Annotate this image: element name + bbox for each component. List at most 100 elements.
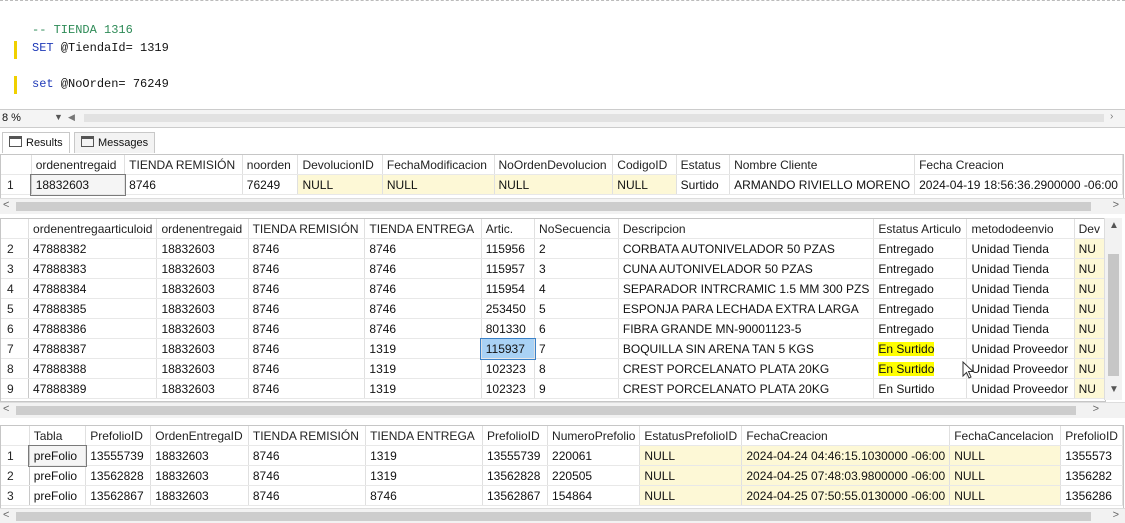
grid-cell[interactable]: 13562867 xyxy=(85,485,152,506)
column-header[interactable]: FechaCreacion xyxy=(741,426,951,446)
sql-editor[interactable]: -- TIENDA 1316 SET @TiendaId= 1319 set @… xyxy=(0,0,1125,109)
grid-cell[interactable]: 18832603 xyxy=(156,278,249,299)
column-header[interactable]: Dev xyxy=(1074,219,1105,239)
grid-cell[interactable]: NU xyxy=(1074,278,1105,299)
grid-cell[interactable]: NULL xyxy=(297,174,383,195)
grid-cell[interactable]: 18832603 xyxy=(150,465,249,486)
grid-cell[interactable]: 18832603 xyxy=(156,358,249,379)
grid-cell[interactable]: 1356282 xyxy=(1060,465,1123,486)
grid-cell[interactable]: 18832603 xyxy=(150,485,249,506)
grid-cell[interactable]: 8746 xyxy=(364,298,482,319)
grid-cell[interactable]: NU xyxy=(1074,358,1105,379)
row-number[interactable]: 2 xyxy=(1,238,30,259)
column-header[interactable]: OrdenEntregaID xyxy=(150,426,249,446)
scroll-left-icon[interactable]: < xyxy=(3,199,9,211)
row-number[interactable]: 1 xyxy=(1,174,32,195)
column-header[interactable]: ordenentregaid xyxy=(156,219,249,239)
grid-cell[interactable]: 2024-04-25 07:50:55.0130000 -06:00 xyxy=(741,485,951,506)
scroll-right-icon[interactable]: > xyxy=(1093,403,1099,415)
grid-cell[interactable]: NU xyxy=(1074,258,1105,279)
grid-cell[interactable]: 47888382 xyxy=(28,238,158,259)
grid-cell[interactable]: 8746 xyxy=(248,278,366,299)
result-grid-3[interactable]: Tabla PrefolioID OrdenEntregaID TIENDA R… xyxy=(0,425,1124,509)
row-number[interactable]: 9 xyxy=(1,378,30,399)
grid-cell[interactable]: 8746 xyxy=(248,238,366,259)
grid-cell[interactable]: 6 xyxy=(534,318,619,339)
column-header[interactable]: NoSecuencia xyxy=(534,219,619,239)
grid-cell[interactable]: 8746 xyxy=(124,174,243,195)
column-header[interactable]: TIENDA ENTREGA xyxy=(365,426,483,446)
grid-cell[interactable]: 8746 xyxy=(248,358,366,379)
grid-cell[interactable]: 2 xyxy=(534,238,619,259)
scroll-left-icon[interactable]: ◀ xyxy=(68,112,75,123)
grid-cell[interactable]: 1319 xyxy=(365,445,483,466)
grid-cell[interactable]: 102323 xyxy=(481,358,536,379)
row-number[interactable]: 5 xyxy=(1,298,30,319)
column-header[interactable]: NoOrdenDevolucion xyxy=(494,155,614,175)
grid-cell[interactable]: 1319 xyxy=(365,465,483,486)
grid-cell[interactable]: 220061 xyxy=(547,445,641,466)
grid-cell[interactable]: 18832603 xyxy=(156,298,249,319)
grid-cell[interactable]: Entregado xyxy=(873,278,968,299)
grid-cell[interactable]: 253450 xyxy=(481,298,536,319)
grid-cell[interactable]: FIBRA GRANDE MN-90001123-5 xyxy=(618,318,875,339)
grid-cell[interactable]: 9 xyxy=(534,378,619,399)
grid-cell[interactable]: 2024-04-24 04:46:15.1030000 -06:00 xyxy=(741,445,951,466)
grid-cell[interactable]: En Surtido xyxy=(873,378,968,399)
grid-cell[interactable]: 1319 xyxy=(364,378,482,399)
row-number[interactable]: 2 xyxy=(1,465,30,486)
column-header[interactable]: TIENDA REMISIÓN xyxy=(248,426,367,446)
grid-cell[interactable]: SEPARADOR INTRCRAMIC 1.5 MM 300 PZS xyxy=(618,278,875,299)
grid-cell[interactable]: 13562828 xyxy=(85,465,152,486)
grid-cell[interactable]: 8746 xyxy=(248,318,366,339)
grid-cell[interactable]: 220505 xyxy=(547,465,641,486)
grid-cell[interactable]: 2024-04-25 07:48:03.9800000 -06:00 xyxy=(741,465,951,486)
grid-cell[interactable]: preFolio xyxy=(29,485,87,506)
column-header[interactable]: Nombre Cliente xyxy=(729,155,916,175)
grid-cell[interactable]: 8746 xyxy=(248,445,367,466)
grid-cell[interactable]: 3 xyxy=(534,258,619,279)
grid-cell[interactable]: 76249 xyxy=(242,174,299,195)
grid-cell[interactable]: 18832603 xyxy=(156,258,249,279)
column-header[interactable]: FechaModificacion xyxy=(382,155,495,175)
grid-cell[interactable]: Unidad Tienda xyxy=(966,278,1075,299)
column-header[interactable]: DevolucionID xyxy=(297,155,383,175)
grid-cell[interactable]: 1356286 xyxy=(1060,485,1123,506)
grid-cell[interactable]: 8 xyxy=(534,358,619,379)
grid-cell[interactable]: Surtido xyxy=(676,174,731,195)
editor-horizontal-scrollbar[interactable] xyxy=(84,114,1104,122)
grid-cell[interactable]: 1319 xyxy=(364,338,482,359)
column-header[interactable]: PrefolioID xyxy=(1060,426,1123,446)
grid-cell[interactable]: 8746 xyxy=(364,318,482,339)
grid-cell[interactable]: 47888385 xyxy=(28,298,158,319)
grid-cell[interactable]: 2024-04-19 18:56:36.2900000 -06:00 xyxy=(914,174,1123,195)
row-number[interactable]: 6 xyxy=(1,318,30,339)
column-header[interactable]: ordenentregaarticuloid xyxy=(28,219,158,239)
grid-cell[interactable]: NULL xyxy=(639,465,743,486)
column-header[interactable]: TIENDA REMISIÓN xyxy=(248,219,366,239)
grid-cell[interactable]: Unidad Tienda xyxy=(966,298,1075,319)
column-header[interactable]: TIENDA REMISIÓN xyxy=(124,155,243,175)
grid-cell[interactable]: 18832603 xyxy=(150,445,249,466)
column-header[interactable]: metododeenvio xyxy=(966,219,1075,239)
grid-cell[interactable]: 5 xyxy=(534,298,619,319)
grid-cell[interactable]: 18832603 xyxy=(156,338,249,359)
grid-cell[interactable]: CREST PORCELANATO PLATA 20KG xyxy=(618,358,875,379)
grid-cell[interactable]: 8746 xyxy=(248,465,367,486)
column-header[interactable]: Estatus xyxy=(676,155,731,175)
row-number[interactable]: 3 xyxy=(1,258,30,279)
grid-cell[interactable]: 8746 xyxy=(364,238,482,259)
grid-cell[interactable]: 13555739 xyxy=(85,445,152,466)
column-header[interactable]: ordenentregaid xyxy=(31,155,126,175)
row-number[interactable]: 4 xyxy=(1,278,30,299)
grid-cell[interactable]: NULL xyxy=(949,465,1062,486)
grid-2-horizontal-scrollbar[interactable]: < > xyxy=(0,402,1125,418)
grid-cell[interactable]: Entregado xyxy=(873,318,968,339)
grid-cell[interactable]: NULL xyxy=(949,445,1062,466)
column-header[interactable]: NumeroPrefolio xyxy=(547,426,641,446)
row-number[interactable]: 3 xyxy=(1,485,30,506)
scroll-left-icon[interactable]: < xyxy=(3,509,9,521)
grid-cell[interactable]: Unidad Proveedor xyxy=(966,378,1075,399)
grid-cell[interactable]: 13555739 xyxy=(482,445,549,466)
grid-cell[interactable]: 47888383 xyxy=(28,258,158,279)
